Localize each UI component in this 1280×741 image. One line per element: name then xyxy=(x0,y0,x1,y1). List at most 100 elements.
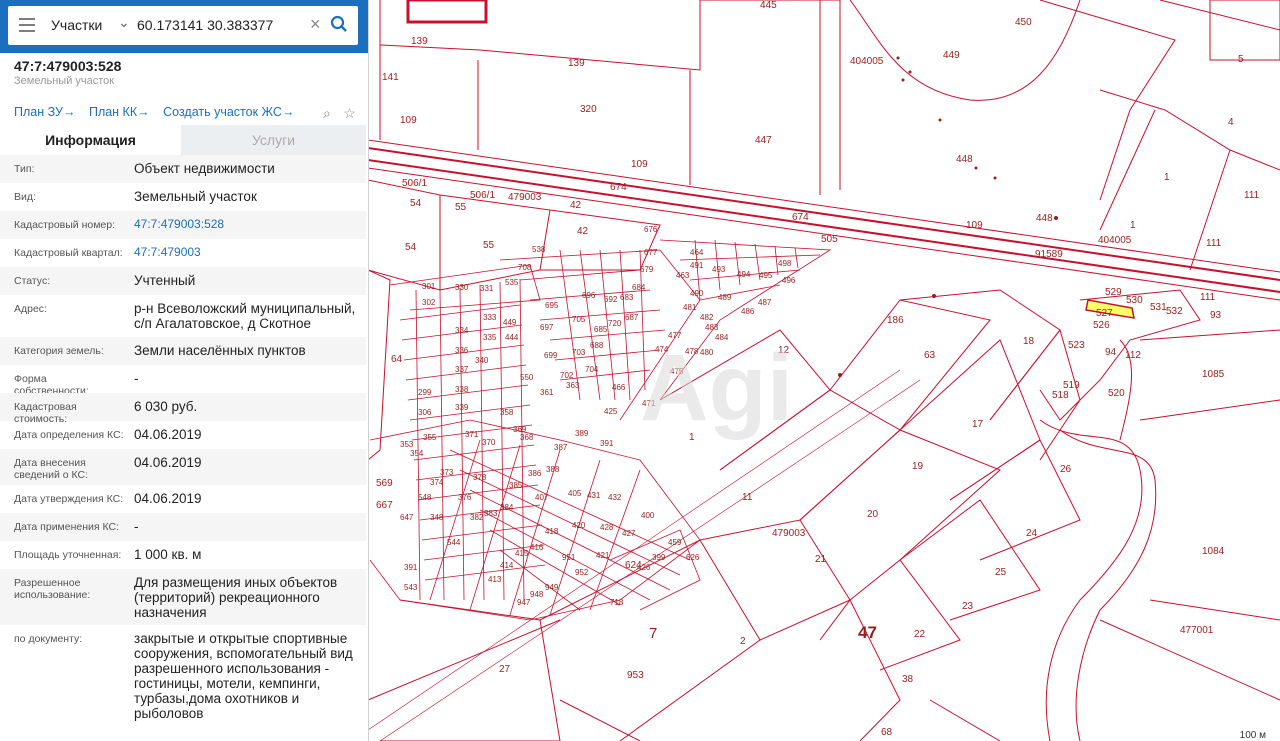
svg-text:361: 361 xyxy=(540,388,554,397)
svg-text:448: 448 xyxy=(956,154,973,165)
svg-text:302: 302 xyxy=(422,298,436,307)
svg-text:21: 21 xyxy=(815,554,827,565)
svg-text:383: 383 xyxy=(484,509,498,518)
svg-text:526: 526 xyxy=(1093,320,1110,331)
svg-text:376: 376 xyxy=(458,493,472,502)
svg-text:447: 447 xyxy=(755,135,772,146)
svg-text:Agi: Agi xyxy=(640,335,793,441)
svg-text:111: 111 xyxy=(1200,292,1216,303)
svg-text:378: 378 xyxy=(473,473,487,482)
svg-text:91589: 91589 xyxy=(1035,249,1063,260)
search-input[interactable]: 60.173141 30.383377 xyxy=(137,17,273,33)
svg-text:55: 55 xyxy=(483,240,495,251)
svg-text:306: 306 xyxy=(418,408,432,417)
info-row-label: Адрес: xyxy=(14,303,47,315)
tool-icons: ⌕ ☆ xyxy=(315,105,356,123)
info-row: Дата утверждения КС: 04.06.2019 xyxy=(0,485,366,513)
layer-select[interactable]: Участки xyxy=(51,17,102,33)
svg-text:421: 421 xyxy=(596,551,610,560)
info-row-value: 04.06.2019 xyxy=(134,491,202,506)
create-parcel-link[interactable]: Создать участок ЖС→ xyxy=(163,105,294,119)
info-row: Адрес: р-н Всеволожский муниципальный, с/… xyxy=(0,295,366,337)
parcel-number: 47:7:479003:528 xyxy=(14,58,122,74)
info-row: по документу: закрытые и открытые спортив… xyxy=(0,625,366,735)
scale-label: 100 м xyxy=(1239,730,1266,741)
info-row-value: 1 000 кв. м xyxy=(134,547,202,562)
svg-text:420: 420 xyxy=(572,521,586,530)
search-icon[interactable] xyxy=(330,15,348,33)
svg-text:374: 374 xyxy=(430,478,444,487)
svg-text:426: 426 xyxy=(637,563,651,572)
svg-text:448: 448 xyxy=(1036,213,1053,224)
svg-text:399: 399 xyxy=(652,553,666,562)
svg-text:385: 385 xyxy=(509,481,523,490)
svg-text:387: 387 xyxy=(554,443,568,452)
info-row: Форма собственности: - xyxy=(0,365,366,397)
svg-text:11: 11 xyxy=(742,492,753,503)
svg-text:38: 38 xyxy=(902,674,914,685)
tab-info[interactable]: Информация xyxy=(0,125,181,155)
svg-text:498: 498 xyxy=(778,259,792,268)
svg-text:111: 111 xyxy=(1244,190,1260,201)
svg-text:27: 27 xyxy=(499,664,511,675)
info-row-label: Категория земель: xyxy=(14,345,104,357)
measure-icon[interactable]: ⌕ xyxy=(323,105,331,122)
menu-icon[interactable] xyxy=(19,18,35,32)
svg-text:414: 414 xyxy=(500,561,514,570)
svg-text:336: 336 xyxy=(455,346,469,355)
svg-text:490: 490 xyxy=(690,289,704,298)
svg-text:335: 335 xyxy=(483,333,497,342)
plan-zu-link[interactable]: План ЗУ→ xyxy=(14,105,75,119)
svg-text:370: 370 xyxy=(482,438,496,447)
svg-text:339: 339 xyxy=(455,403,469,412)
svg-text:483: 483 xyxy=(705,323,719,332)
svg-text:358: 358 xyxy=(500,408,514,417)
svg-text:355: 355 xyxy=(423,433,437,442)
svg-text:415: 415 xyxy=(515,549,529,558)
info-row-value: закрытые и открытые спортивные сооружени… xyxy=(134,631,353,721)
info-row-label: Дата применения КС: xyxy=(14,521,120,533)
svg-text:111: 111 xyxy=(1206,238,1222,249)
svg-text:720: 720 xyxy=(608,319,622,328)
svg-text:23: 23 xyxy=(962,601,974,612)
info-row-link[interactable]: 47:7:479003:528 xyxy=(134,217,359,232)
info-row: Дата определения КС: 04.06.2019 xyxy=(0,421,366,449)
svg-text:459: 459 xyxy=(668,538,682,547)
svg-text:427: 427 xyxy=(622,529,636,538)
plan-kk-link[interactable]: План КК→ xyxy=(89,105,150,119)
svg-text:320: 320 xyxy=(580,104,597,115)
svg-text:450: 450 xyxy=(1015,17,1032,28)
close-icon[interactable]: × xyxy=(310,14,321,35)
svg-text:493: 493 xyxy=(712,265,726,274)
svg-text:532: 532 xyxy=(1166,306,1183,317)
svg-text:333: 333 xyxy=(483,313,497,322)
collapse-panel-button[interactable]: ‹ xyxy=(366,12,380,36)
tab-services[interactable]: Услуги xyxy=(181,125,366,155)
info-row-value: - xyxy=(134,519,139,534)
svg-text:947: 947 xyxy=(517,598,531,607)
svg-text:18: 18 xyxy=(1023,336,1035,347)
svg-text:340: 340 xyxy=(475,356,489,365)
svg-text:5: 5 xyxy=(1238,54,1244,65)
svg-text:371: 371 xyxy=(465,430,479,439)
svg-text:363: 363 xyxy=(566,381,580,390)
info-row: Тип: Объект недвижимости xyxy=(0,155,366,183)
svg-text:530: 530 xyxy=(1126,295,1143,306)
info-row-value: Земли населённых пунктов xyxy=(134,343,306,358)
svg-text:487: 487 xyxy=(758,298,772,307)
svg-text:626: 626 xyxy=(686,553,700,562)
svg-text:684: 684 xyxy=(632,283,646,292)
svg-text:948: 948 xyxy=(530,590,544,599)
svg-text:384: 384 xyxy=(500,503,514,512)
star-icon[interactable]: ☆ xyxy=(343,105,356,122)
info-row-value: - xyxy=(134,371,139,386)
svg-text:647: 647 xyxy=(400,513,414,522)
svg-text:952: 952 xyxy=(575,568,589,577)
svg-text:527: 527 xyxy=(1096,308,1113,319)
chevron-down-icon[interactable]: ⌄ xyxy=(118,14,130,31)
info-row-link[interactable]: 47:7:479003 xyxy=(134,245,359,260)
svg-text:445: 445 xyxy=(760,0,777,11)
info-row: Дата внесения сведений о КС: 04.06.2019 xyxy=(0,449,366,485)
svg-text:951: 951 xyxy=(562,553,576,562)
info-row-label: по документу: xyxy=(14,633,83,645)
